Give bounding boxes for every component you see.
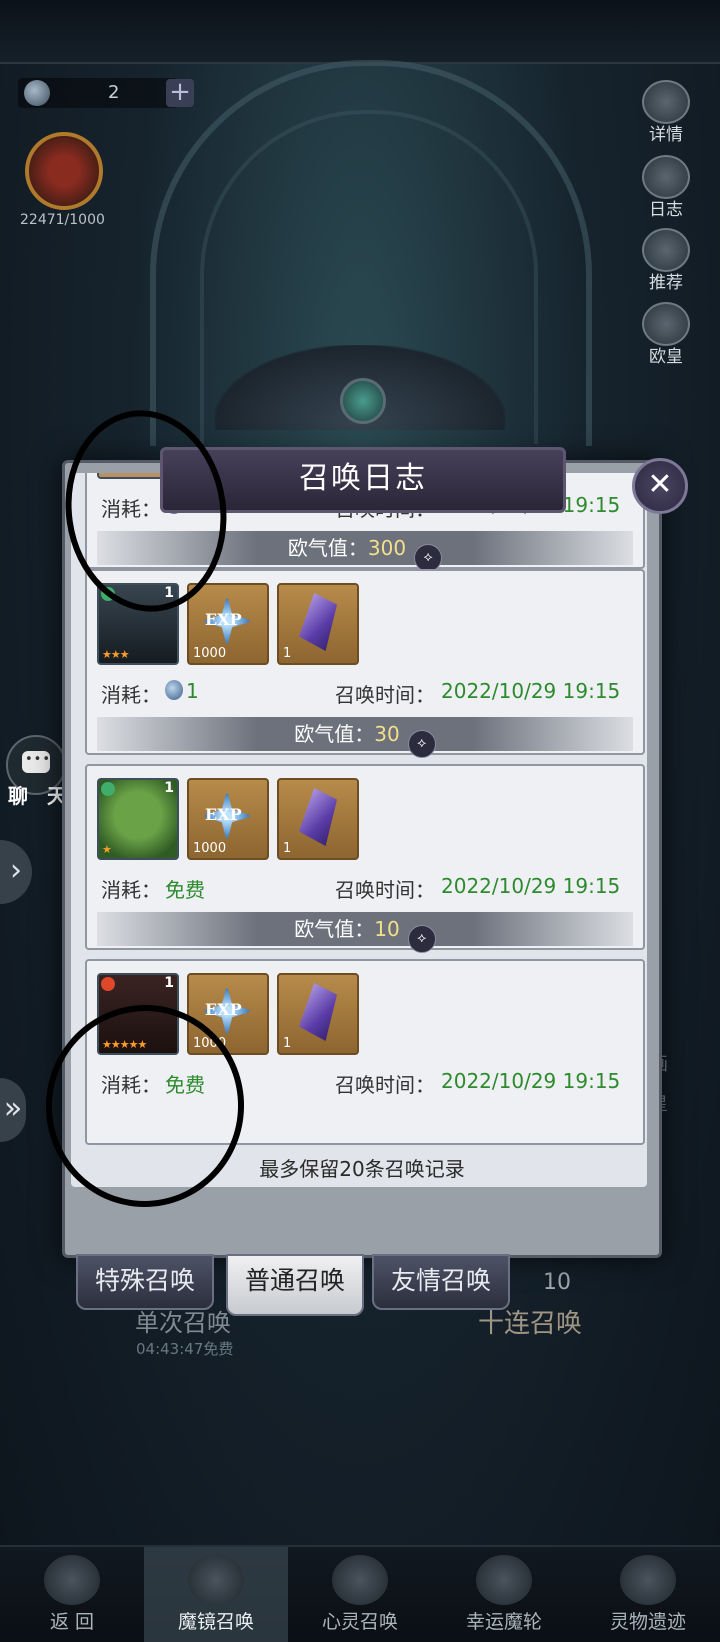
hero-stars: ★	[102, 843, 112, 856]
scroll-icon	[642, 155, 690, 199]
details-label: 详情	[649, 125, 683, 145]
mirror-icon	[188, 1555, 244, 1605]
log-record: 1 ★ EXP 1000 1 消耗： 免费 召唤时间： 2022/10/29 1…	[85, 764, 645, 953]
keyhole-icon	[332, 1555, 388, 1605]
chess-rook-icon	[642, 228, 690, 272]
cost-label: 消耗：	[101, 878, 161, 902]
wheel-icon	[476, 1555, 532, 1605]
log-label: 日志	[649, 200, 683, 220]
exp-label: EXP	[205, 610, 242, 629]
exp-item[interactable]: EXP 1000	[187, 778, 269, 860]
chat-bubble-icon	[22, 751, 51, 773]
nav-label: 幸运魔轮	[465, 1611, 542, 1633]
nav-mirror-summon[interactable]: 魔镜召唤	[144, 1547, 288, 1642]
time-value: 2022/10/29 19:15	[441, 1069, 621, 1093]
expand-double-arrow-icon[interactable]: »	[0, 1078, 26, 1142]
nav-lucky-wheel[interactable]: 幸运魔轮	[432, 1547, 576, 1642]
crystal-count: 1	[283, 841, 292, 856]
luck-label: 欧气值：	[294, 722, 375, 746]
hero-count: 1	[164, 780, 174, 796]
tab-special-summon[interactable]: 特殊召唤	[76, 1254, 214, 1310]
crystal-item[interactable]: 1	[277, 583, 359, 665]
exp-label: EXP	[205, 805, 242, 824]
cost-value: 免费	[165, 878, 205, 902]
recommend-button[interactable]: 推荐	[636, 228, 696, 293]
element-icon	[101, 977, 115, 991]
cost-value: 1	[165, 679, 199, 703]
nav-label: 心灵召唤	[321, 1611, 398, 1633]
top-banner	[0, 0, 720, 64]
luck-bar: 欧气值：10 ⟡	[97, 912, 633, 953]
treasure-chest-icon[interactable]	[25, 132, 103, 210]
luck-label: 欧气值：	[287, 536, 368, 560]
crystal-count: 1	[283, 646, 292, 661]
luck-value: 300	[367, 536, 407, 560]
crystal-icon	[299, 983, 337, 1041]
nav-label: 返 回	[49, 1611, 95, 1633]
helmet-icon	[642, 302, 690, 346]
constellation-icon[interactable]: ⟡	[407, 730, 436, 758]
exp-item[interactable]: EXP 1000	[187, 583, 269, 665]
tab-friend-summon[interactable]: 友情召唤	[372, 1254, 510, 1310]
single-summon-timer: 04:43:47免费	[136, 1340, 234, 1358]
currency-amount: 2	[108, 82, 120, 103]
time-label: 召唤时间：	[335, 878, 435, 902]
lucky-king-label: 欧皇	[649, 347, 683, 367]
drop-icon	[620, 1555, 676, 1605]
luck-value: 30	[374, 722, 400, 746]
luck-label: 欧气值：	[294, 917, 375, 941]
bottom-nav: 返 回 魔镜召唤 心灵召唤 幸运魔轮 灵物遗迹	[0, 1545, 720, 1642]
currency-bar: 2 +	[18, 78, 194, 108]
time-label: 召唤时间：	[335, 683, 435, 707]
details-button[interactable]: 详情	[636, 80, 696, 145]
ten-summon-cost: 10	[543, 1270, 571, 1295]
constellation-icon[interactable]: ⟡	[407, 925, 436, 953]
crystal-item[interactable]: 1	[277, 778, 359, 860]
hero-stars: ★★★	[102, 648, 130, 661]
luck-bar: 欧气值：30 ⟡	[97, 717, 633, 758]
back-arrow-icon	[44, 1555, 100, 1605]
close-icon[interactable]: ✕	[632, 458, 688, 514]
cost-label: 消耗：	[101, 683, 161, 707]
time-value: 2022/10/29 19:15	[441, 874, 621, 898]
expand-arrow-icon[interactable]: ›	[0, 840, 32, 904]
recommend-label: 推荐	[649, 273, 683, 293]
chest-progress: 22471/1000	[20, 212, 105, 228]
crystal-icon	[299, 788, 337, 846]
nav-label: 魔镜召唤	[177, 1611, 254, 1633]
constellation-icon[interactable]: ⟡	[414, 544, 443, 572]
nav-relic-ruins[interactable]: 灵物遗迹	[576, 1547, 720, 1642]
log-button[interactable]: 日志	[636, 155, 696, 220]
crystal-item[interactable]: 1	[277, 973, 359, 1055]
magnifier-icon	[642, 80, 690, 124]
currency-gem-icon	[24, 80, 50, 106]
lucky-king-button[interactable]: 欧皇	[636, 302, 696, 367]
time-value: 2022/10/29 19:15	[441, 679, 621, 703]
crown-gem-icon	[340, 378, 386, 424]
nav-back[interactable]: 返 回	[0, 1547, 144, 1642]
element-icon	[101, 782, 115, 796]
crystal-icon	[299, 593, 337, 651]
cost-amount: 1	[186, 679, 199, 703]
summon-gem-icon	[165, 680, 183, 700]
crystal-count: 1	[283, 1036, 292, 1051]
exp-count: 1000	[193, 841, 227, 856]
exp-count: 1000	[193, 646, 227, 661]
add-currency-button[interactable]: +	[166, 79, 194, 107]
hero-count: 1	[164, 975, 174, 991]
tab-normal-summon[interactable]: 普通召唤	[226, 1254, 364, 1316]
luck-value: 10	[374, 917, 400, 941]
time-label: 召唤时间：	[335, 1073, 435, 1097]
exp-label: EXP	[205, 1000, 242, 1019]
nav-label: 灵物遗迹	[609, 1611, 686, 1633]
hero-portrait[interactable]: 1 ★	[97, 778, 179, 860]
nav-soul-summon[interactable]: 心灵召唤	[288, 1547, 432, 1642]
